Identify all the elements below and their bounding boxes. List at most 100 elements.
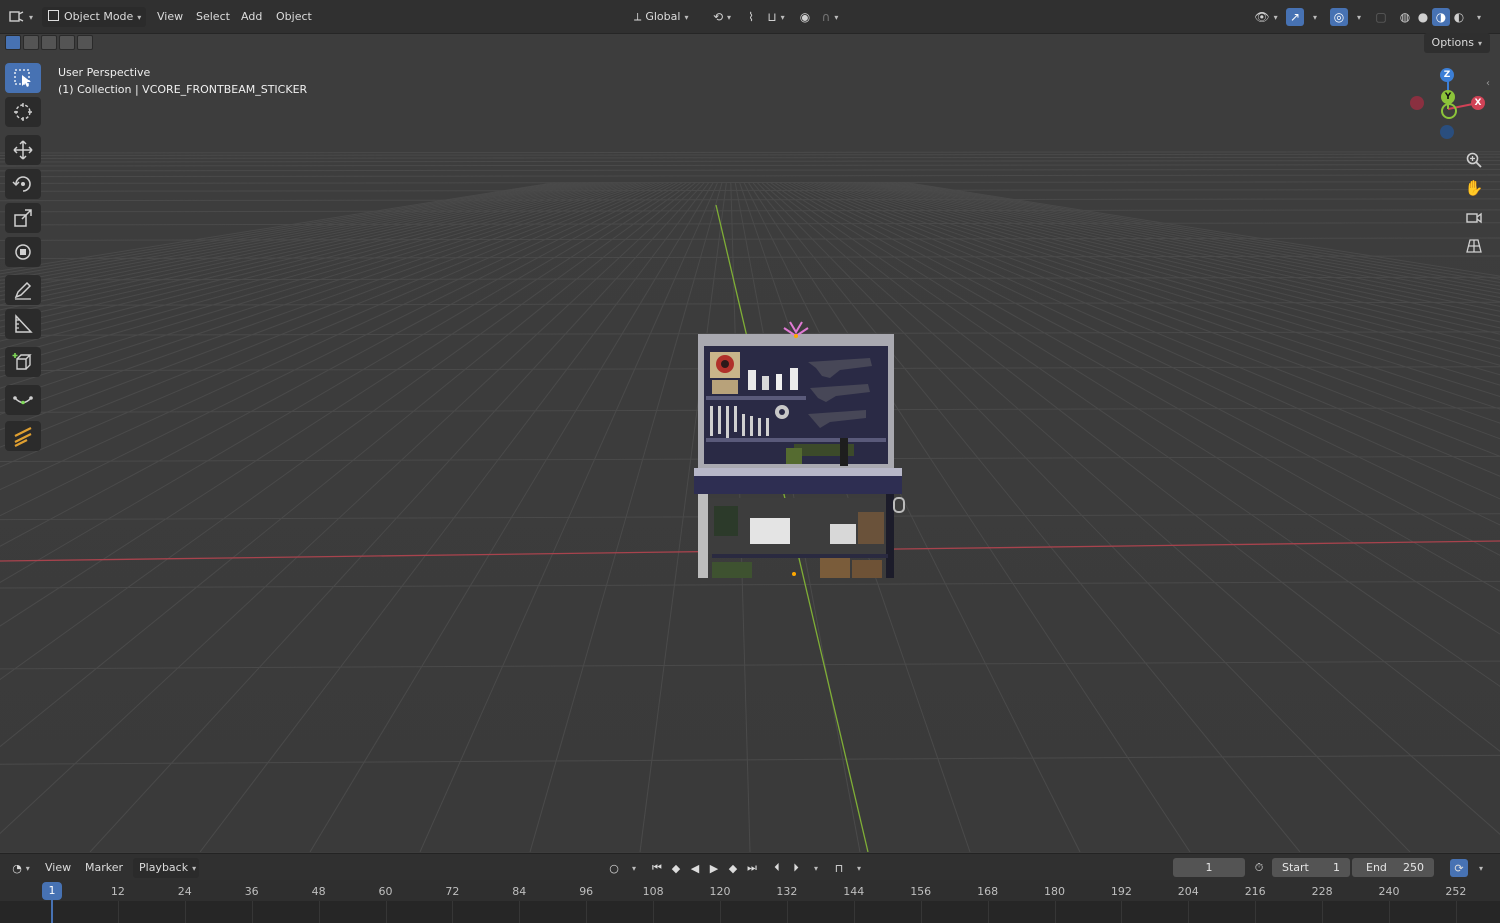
overlay-dropdown-icon[interactable]: ▾ [1350, 8, 1364, 26]
shading-dropdown-icon[interactable]: ▾ [1470, 8, 1484, 26]
timeline-menu-playback[interactable]: Playback ▾ [133, 858, 199, 878]
timeline-grid-line [1322, 901, 1324, 923]
timeline-tick-label: 108 [642, 885, 664, 898]
timeline-editor-icon[interactable]: ◔ ▾ [8, 859, 34, 877]
rendered-shading-icon[interactable]: ◐ [1450, 8, 1468, 26]
axis-y-icon[interactable]: Y [1441, 90, 1455, 104]
select-subtract-icon[interactable] [41, 35, 57, 50]
current-frame-field[interactable]: 1 [1173, 858, 1245, 877]
timeline-menu-view[interactable]: View [39, 858, 77, 878]
timeline-tick-label: 36 [244, 885, 259, 898]
snap-icon[interactable]: ⌇ [742, 8, 760, 26]
curve-icon [13, 396, 33, 405]
curve-tool[interactable] [5, 385, 41, 415]
timeline-tick-label: 60 [378, 885, 393, 898]
keyframe-dropdown-icon[interactable]: ▾ [805, 859, 823, 877]
menu-view[interactable]: View [151, 7, 189, 27]
editor-type-icon[interactable]: ▾ [8, 8, 34, 26]
timeline-tick-label: 120 [709, 885, 731, 898]
timeline-grid-line [1121, 901, 1123, 923]
cursor-tool[interactable] [5, 97, 41, 127]
auto-keying-icon[interactable]: ○ [605, 859, 623, 877]
gizmo-toggle-icon[interactable]: ↗ [1286, 8, 1304, 26]
solid-shading-icon[interactable]: ● [1414, 8, 1432, 26]
prev-keyframe-icon[interactable]: ⏴ [768, 859, 786, 877]
jump-prev-keyframe-icon[interactable]: ◆ [667, 859, 685, 877]
snapping-icon[interactable]: ⊓ [830, 859, 848, 877]
visibility-icon[interactable]: 👁 ▾ [1252, 8, 1280, 26]
select-intersect-icon[interactable] [77, 35, 93, 50]
timeline-grid-line [1054, 901, 1056, 923]
transform-orientation-dropdown[interactable]: ⟂ Global ▾ [628, 7, 702, 27]
move-tool[interactable] [5, 135, 41, 165]
end-value: 250 [1403, 861, 1424, 874]
scale-tool[interactable] [5, 203, 41, 233]
gizmo-dropdown-icon[interactable]: ▾ [1306, 8, 1320, 26]
pivot-point-icon[interactable]: ⟲ ▾ [708, 8, 736, 26]
axis-neg-z-icon[interactable] [1440, 125, 1454, 139]
keying-dropdown-icon[interactable]: ▾ [623, 859, 641, 877]
jump-end-icon[interactable]: ⏭ [743, 859, 761, 877]
axis-neg-x-icon[interactable] [1410, 96, 1424, 110]
axis-neg-y-icon[interactable] [1441, 103, 1457, 119]
select-invert-icon[interactable] [59, 35, 75, 50]
annotate-tool[interactable] [5, 275, 41, 305]
sidebar-toggle-icon[interactable]: ‹ [1486, 78, 1490, 89]
end-frame-field[interactable]: End 250 [1352, 858, 1434, 877]
timeline-grid-line [920, 901, 922, 923]
timeline-header: ◔ ▾ View Marker Playback ▾ ○ ▾ ⏮ ◆ ◀ ▶ ◆ ⏭… [0, 853, 1500, 881]
start-label: Start [1282, 861, 1309, 874]
snapping-dropdown-icon[interactable]: ▾ [848, 859, 866, 877]
axis-x-icon[interactable]: X [1471, 96, 1485, 110]
start-frame-field[interactable]: Start 1 [1272, 858, 1350, 877]
mode-dropdown[interactable]: Object Mode ▾ [42, 7, 146, 27]
menu-add[interactable]: Add [235, 7, 268, 27]
timeline-tick-label: 24 [177, 885, 192, 898]
jump-next-keyframe-icon[interactable]: ◆ [724, 859, 742, 877]
transform-tool[interactable] [5, 237, 41, 267]
timeline-menu-marker[interactable]: Marker [79, 858, 129, 878]
timeline-tick-label: 156 [910, 885, 932, 898]
timeline-grid-line [853, 901, 855, 923]
3d-viewport[interactable]: Z Y X [0, 53, 1500, 852]
jump-start-icon[interactable]: ⏮ [648, 859, 666, 877]
material-shading-icon[interactable]: ◑ [1432, 8, 1450, 26]
falloff-icon[interactable]: ∩ ▾ [816, 8, 844, 26]
select-extend-icon[interactable] [23, 35, 39, 50]
clock-icon[interactable]: ⏱ [1250, 859, 1268, 877]
select-new-icon[interactable] [5, 35, 21, 50]
play-icon[interactable]: ▶ [705, 859, 723, 877]
pan-hand-icon[interactable]: ✋ [1462, 176, 1486, 200]
view-sync-dropdown-icon[interactable]: ▾ [1470, 859, 1488, 877]
add-cube-tool[interactable] [5, 347, 41, 377]
measure-tool[interactable] [5, 309, 41, 339]
wireframe-shading-icon[interactable]: ◍ [1396, 8, 1414, 26]
perspective-toggle-icon[interactable] [1462, 234, 1486, 258]
grease-pencil-icon [14, 427, 32, 447]
zoom-icon[interactable] [1462, 148, 1486, 172]
viewport-info: User Perspective (1) Collection | VCORE_… [58, 64, 307, 98]
playhead[interactable]: 1 [42, 882, 62, 900]
workbench-model[interactable] [690, 318, 910, 578]
grease-pencil-tool[interactable] [5, 421, 41, 451]
menu-object[interactable]: Object [270, 7, 318, 27]
orientation-label: Global [645, 10, 681, 23]
proportional-editing-icon[interactable]: ◉ [796, 8, 814, 26]
timeline-track[interactable] [0, 901, 1500, 923]
timeline-tick-label: 96 [579, 885, 594, 898]
timeline-ruler[interactable]: 12 24 36 48 60 72 84 96 108 120 132 144 156 168 180 192… [0, 880, 1500, 901]
timeline-grid-line [586, 901, 588, 923]
overlay-toggle-icon[interactable]: ◎ [1330, 8, 1348, 26]
next-keyframe-icon[interactable]: ⏵ [787, 859, 805, 877]
view-sync-icon[interactable]: ⟳ [1450, 859, 1468, 877]
play-reverse-icon[interactable]: ◀ [686, 859, 704, 877]
rotate-tool[interactable] [5, 169, 41, 199]
menu-select[interactable]: Select [190, 7, 236, 27]
timeline-grid-line [1455, 901, 1457, 923]
select-box-tool[interactable] [5, 63, 41, 93]
options-dropdown[interactable]: Options ▾ [1423, 33, 1490, 53]
xray-icon[interactable]: ▢ [1372, 8, 1390, 26]
snap-target-icon[interactable]: ⊔ ▾ [762, 8, 790, 26]
axis-z-icon[interactable]: Z [1440, 68, 1454, 82]
camera-view-icon[interactable] [1462, 205, 1486, 229]
